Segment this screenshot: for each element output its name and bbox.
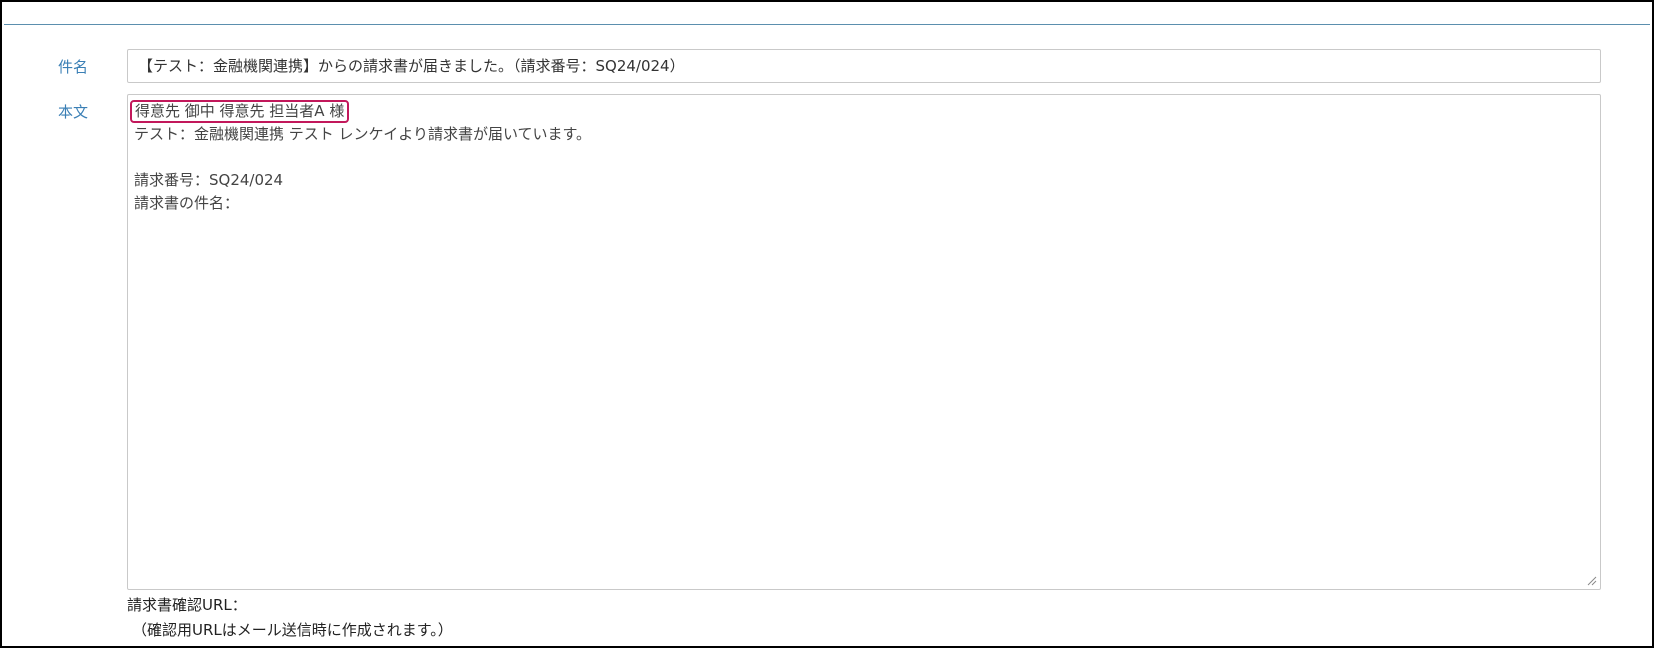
confirm-url-note: （確認用URLはメール送信時に作成されます。） xyxy=(132,621,453,639)
body-textarea[interactable]: 得意先 御中 得意先 担当者A 様 テスト：金融機関連携 テスト レンケイより請… xyxy=(127,94,1601,590)
body-line-invoice-number: 請求番号：SQ24/024 xyxy=(134,171,284,189)
body-line-notice: テスト：金融機関連携 テスト レンケイより請求書が届いています。 xyxy=(134,125,591,143)
body-label: 本文 xyxy=(58,103,89,121)
body-line-invoice-subject: 請求書の件名： xyxy=(134,194,240,212)
mail-template-panel: 件名 【テスト：金融機関連携】からの請求書が届きました。（請求番号：SQ24/0… xyxy=(0,0,1654,648)
top-divider xyxy=(4,24,1650,25)
body-line-blank xyxy=(134,146,1594,169)
body-line-greeting: 得意先 御中 得意先 担当者A 様 xyxy=(130,100,1594,123)
confirm-url-label: 請求書確認URL： xyxy=(127,596,247,614)
subject-label: 件名 xyxy=(58,58,89,76)
subject-input[interactable]: 【テスト：金融機関連携】からの請求書が届きました。（請求番号：SQ24/024） xyxy=(127,49,1601,83)
greeting-highlight: 得意先 御中 得意先 担当者A 様 xyxy=(130,100,350,123)
resize-grip-icon[interactable] xyxy=(1585,574,1597,586)
